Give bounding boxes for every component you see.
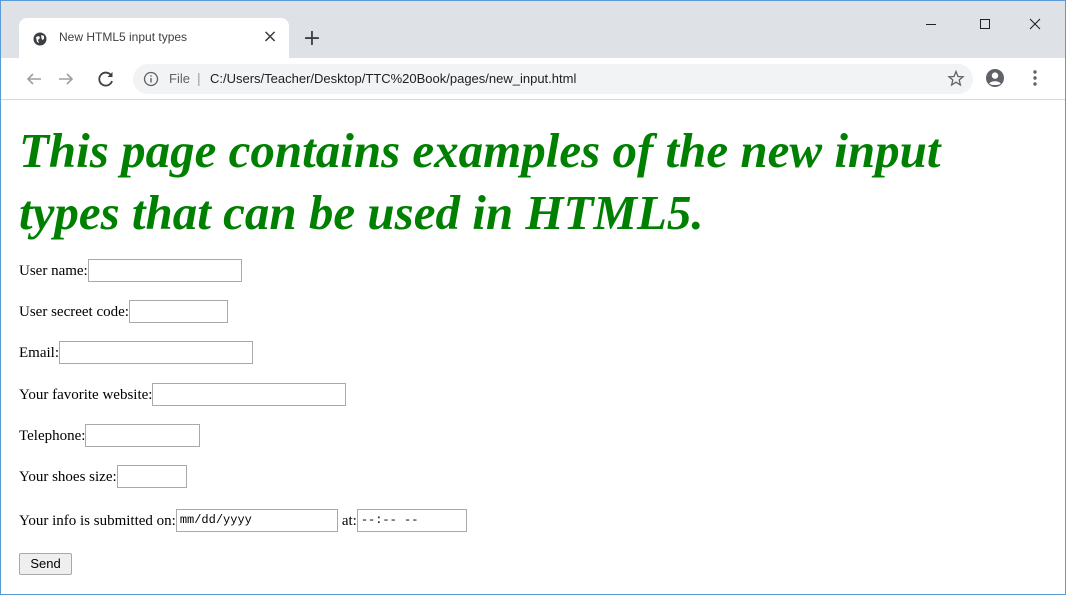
address-url[interactable]: C:/Users/Teacher/Desktop/TTC%20Book/page… [210,71,576,86]
close-window-icon[interactable] [1015,13,1055,37]
email-input[interactable] [59,341,253,364]
website-label: Your favorite website: [19,386,153,403]
send-button[interactable]: Send [19,553,72,575]
shoe-size-row: Your shoes size: [19,465,187,488]
close-tab-icon[interactable]: × [259,26,281,48]
info-icon[interactable] [143,71,159,87]
telephone-input[interactable] [85,424,201,447]
username-label: User name: [19,262,88,279]
browser-toolbar: File | C:/Users/Teacher/Desktop/TTC%20Bo… [1,58,1065,100]
secret-code-row: User secreet code: [19,300,228,323]
date-input[interactable]: mm/dd/yyyy [175,509,338,532]
website-row: Your favorite website: [19,383,347,406]
back-arrow-icon[interactable] [21,66,47,92]
at-label: at: [341,512,357,529]
username-row: User name: [19,259,242,282]
secret-code-input[interactable] [128,300,228,323]
star-icon[interactable] [947,68,965,95]
website-input[interactable] [152,383,347,406]
maximize-icon[interactable] [965,13,1005,37]
email-label: Email: [19,344,59,361]
account-icon[interactable] [985,68,1005,88]
email-row: Email: [19,341,253,364]
telephone-row: Telephone: [19,424,201,447]
title-bar: New HTML5 input types × + [1,1,1065,58]
telephone-label: Telephone: [19,427,86,444]
minimize-icon[interactable] [911,13,951,37]
page-heading: This page contains examples of the new i… [19,123,941,240]
shoe-size-input[interactable] [116,465,187,488]
browser-tab[interactable]: New HTML5 input types × [19,18,289,58]
forward-arrow-icon[interactable] [53,66,79,92]
submitted-label: Your info is submitted on: [19,512,176,529]
address-bar[interactable]: File | C:/Users/Teacher/Desktop/TTC%20Bo… [133,64,973,94]
tab-title: New HTML5 input types [59,30,188,44]
kebab-menu-icon[interactable] [1029,66,1041,90]
secret-code-label: User secreet code: [19,303,129,320]
address-scheme: File [169,71,190,86]
username-input[interactable] [87,259,242,282]
browser-window: New HTML5 input types × + File | C:/User… [0,0,1066,595]
shoe-size-label: Your shoes size: [19,468,117,485]
globe-icon [33,31,47,46]
new-tab-button[interactable]: + [298,27,326,55]
address-separator: | [197,70,201,86]
time-input[interactable]: --:-- -- [356,509,467,532]
reload-icon[interactable] [93,66,119,92]
page-content: This page contains examples of the new i… [1,100,1065,594]
submitted-row: Your info is submitted on: mm/dd/yyyy at: -… [19,509,467,532]
